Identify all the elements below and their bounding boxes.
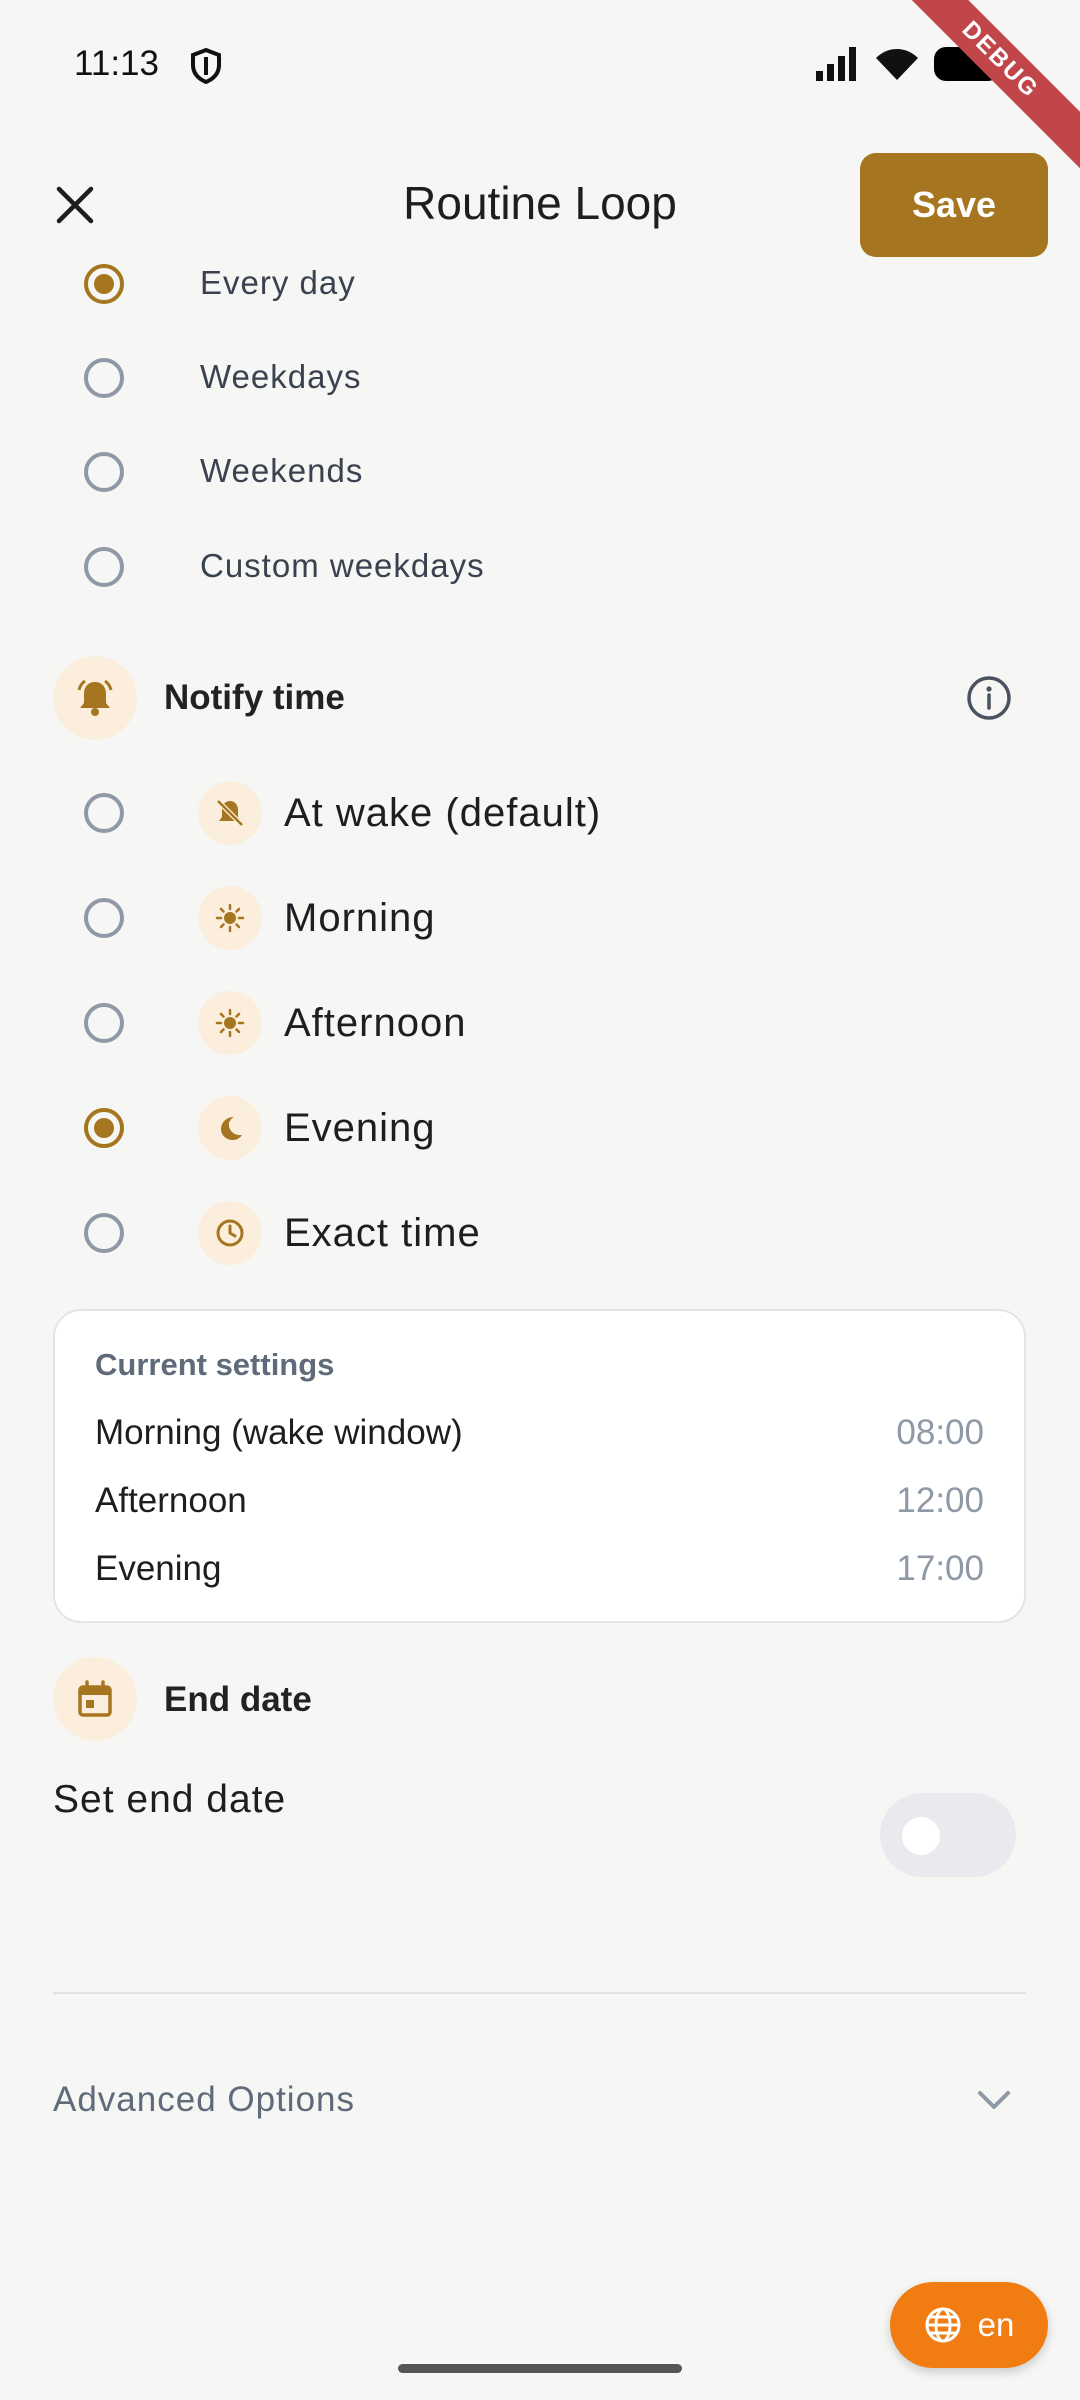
radio-weekends[interactable]: [84, 452, 124, 492]
radio-afternoon[interactable]: [84, 1003, 124, 1043]
settings-row-value: 12:00: [896, 1481, 984, 1520]
settings-row: Morning (wake window) 08:00: [95, 1411, 984, 1455]
sun-icon: [198, 886, 262, 950]
signal-icon: [816, 47, 856, 81]
notify-option-label: Exact time: [284, 1211, 481, 1255]
current-settings-title: Current settings: [95, 1347, 335, 1382]
settings-row: Afternoon 12:00: [95, 1479, 984, 1523]
notify-option-label: Morning: [284, 896, 436, 940]
settings-row-label: Evening: [95, 1549, 222, 1588]
bell-off-icon: [198, 781, 262, 845]
settings-row-label: Morning (wake window): [95, 1413, 463, 1452]
radio-every-day[interactable]: [84, 264, 124, 304]
divider: [53, 1992, 1026, 1994]
radio-custom-weekdays[interactable]: [84, 547, 124, 587]
settings-row: Evening 17:00: [95, 1547, 984, 1591]
language-code: en: [977, 2306, 1015, 2343]
radio-morning[interactable]: [84, 898, 124, 938]
toggle-knob: [902, 1817, 940, 1855]
wifi-icon: [876, 49, 918, 80]
save-button[interactable]: Save: [860, 153, 1048, 257]
notify-option-label: Afternoon: [284, 1001, 467, 1045]
settings-row-value: 08:00: [896, 1413, 984, 1452]
sun-icon: [198, 991, 262, 1055]
settings-row-value: 17:00: [896, 1549, 984, 1588]
radio-evening[interactable]: [84, 1108, 124, 1148]
repeat-option-label: Custom weekdays: [200, 547, 485, 584]
home-indicator[interactable]: [398, 2364, 682, 2373]
radio-weekdays[interactable]: [84, 358, 124, 398]
radio-at-wake[interactable]: [84, 793, 124, 833]
repeat-option-label: Every day: [200, 264, 356, 301]
notify-option-label: At wake (default): [284, 791, 602, 835]
clock-icon: [198, 1201, 262, 1265]
radio-exact-time[interactable]: [84, 1213, 124, 1253]
end-date-title: End date: [164, 1680, 312, 1719]
info-icon[interactable]: [966, 675, 1012, 726]
language-button[interactable]: en: [890, 2282, 1048, 2368]
globe-icon: [925, 2307, 961, 2343]
advanced-options-toggle[interactable]: Advanced Options: [53, 2080, 355, 2120]
settings-row-label: Afternoon: [95, 1481, 247, 1520]
repeat-option-label: Weekdays: [200, 358, 362, 395]
shield-icon: [190, 47, 222, 89]
current-settings-card: Current settings Morning (wake window) 0…: [53, 1309, 1026, 1623]
set-end-date-label: Set end date: [53, 1778, 287, 1821]
chevron-down-icon[interactable]: [975, 2086, 1013, 2119]
notify-time-title: Notify time: [164, 678, 345, 717]
end-date-toggle[interactable]: [880, 1793, 1016, 1877]
status-time: 11:13: [74, 44, 159, 83]
bell-icon: [53, 656, 137, 740]
repeat-option-label: Weekends: [200, 452, 364, 489]
notify-option-label: Evening: [284, 1106, 436, 1150]
moon-icon: [198, 1096, 262, 1160]
calendar-icon: [53, 1657, 137, 1741]
